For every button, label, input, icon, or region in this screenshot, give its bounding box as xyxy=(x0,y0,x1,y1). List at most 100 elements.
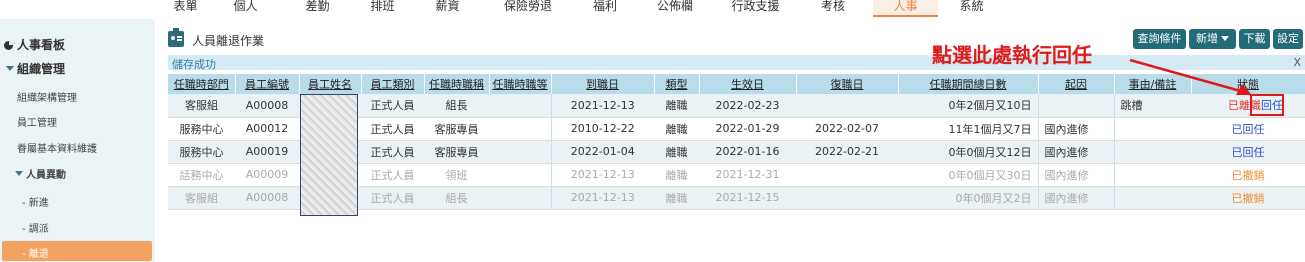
sidebar-item-employees[interactable]: 員工管理 xyxy=(17,114,172,129)
sidebar-item-resignation[interactable]: - 離退 xyxy=(2,241,152,261)
cell-title: 客服專員 xyxy=(424,117,489,141)
sidebar-item-transfer[interactable]: - 調派 xyxy=(22,220,177,235)
download-button[interactable]: 下載 xyxy=(1239,29,1270,49)
nav-personal[interactable]: 個人 xyxy=(223,0,268,17)
cell-id: A00019 xyxy=(235,140,299,164)
cell-effective: 2022-02-23 xyxy=(699,94,796,118)
cell-status: 已離職回任 xyxy=(1191,94,1305,118)
cell-duration: 11年1個月又7日 xyxy=(898,117,1039,141)
sidebar-item-dependents[interactable]: 眷屬基本資料維護 xyxy=(17,140,172,155)
cell-title: 組長 xyxy=(424,94,489,118)
status-badge: 已撤銷 xyxy=(1191,186,1305,210)
dashboard-icon xyxy=(4,41,13,50)
col-header[interactable]: 任職時部門 xyxy=(168,74,236,94)
cell-reason xyxy=(1114,140,1191,164)
sidebar-item-new-hire[interactable]: - 新進 xyxy=(22,194,177,209)
cell-grade xyxy=(489,117,552,141)
cell-effective: 2022-01-16 xyxy=(699,140,796,164)
sidebar-item-resignation-label: - 離退 xyxy=(22,249,49,260)
nav-bulletin[interactable]: 公佈欄 xyxy=(645,0,705,17)
cell-grade xyxy=(489,186,552,210)
nav-admin-support[interactable]: 行政支援 xyxy=(718,0,793,17)
sidebar: 人事看板 組織管理 組織架構管理 員工管理 眷屬基本資料維護 人員異動 - 新進… xyxy=(0,19,155,262)
nav-hr[interactable]: 人事 xyxy=(873,0,938,17)
nav-salary[interactable]: 薪資 xyxy=(425,0,470,17)
add-button[interactable]: 新增 xyxy=(1189,29,1236,49)
cell-start: 2021-12-13 xyxy=(551,163,654,187)
cell-effective: 2021-12-15 xyxy=(699,186,796,210)
cell-id: A00008 xyxy=(235,186,299,210)
cell-duration: 0年2個月又10日 xyxy=(898,94,1039,118)
cell-category: 正式人員 xyxy=(361,140,424,164)
sidebar-subsection-label: 人員異動 xyxy=(26,170,66,181)
nav-welfare[interactable]: 福利 xyxy=(580,0,630,17)
col-header[interactable]: 事由/備註 xyxy=(1114,74,1192,94)
cell-id: A00012 xyxy=(235,117,299,141)
cell-dept: 客服組 xyxy=(168,94,235,118)
col-header[interactable]: 員工類別 xyxy=(361,74,425,94)
cell-title: 組長 xyxy=(424,186,489,210)
cell-grade xyxy=(489,163,552,187)
cell-reason xyxy=(1114,186,1191,210)
cell-type: 離職 xyxy=(654,94,699,118)
status-badge: 已回任 xyxy=(1191,117,1305,141)
cell-cause: 國內進修 xyxy=(1038,140,1115,164)
cell-id: A00008 xyxy=(235,94,299,118)
cell-dept: 服務中心 xyxy=(168,117,235,141)
col-header[interactable]: 復職日 xyxy=(796,74,899,94)
nav-insurance[interactable]: 保險勞退 xyxy=(488,0,568,17)
sidebar-item-org-structure[interactable]: 組織架構管理 xyxy=(17,89,172,104)
cell-reinstate xyxy=(796,163,898,187)
settings-button[interactable]: 設定 xyxy=(1273,29,1303,49)
cell-title: 領班 xyxy=(424,163,489,187)
col-header[interactable]: 員工姓名 xyxy=(299,74,362,94)
cell-dept: 服務中心 xyxy=(168,140,235,164)
sidebar-section-label: 組織管理 xyxy=(17,62,66,76)
sidebar-dashboard[interactable]: 人事看板 xyxy=(4,36,159,53)
col-header[interactable]: 員工編號 xyxy=(235,74,300,94)
cell-cause: 國內進修 xyxy=(1038,186,1115,210)
status-badge: 已撤銷 xyxy=(1191,163,1305,187)
col-header[interactable]: 生效日 xyxy=(699,74,797,94)
nav-forms[interactable]: 表單 xyxy=(163,0,208,17)
cell-type: 離職 xyxy=(654,140,699,164)
cell-category: 正式人員 xyxy=(361,117,424,141)
close-icon[interactable]: X xyxy=(1293,56,1301,69)
status-bar: 儲存成功 X xyxy=(168,55,1305,71)
col-header[interactable]: 類型 xyxy=(654,74,700,94)
nav-attendance[interactable]: 差勤 xyxy=(295,0,340,17)
query-button[interactable]: 查詢條件 xyxy=(1133,29,1186,49)
nav-system[interactable]: 系統 xyxy=(944,0,999,17)
status-message: 儲存成功 xyxy=(172,58,216,71)
cell-reinstate xyxy=(796,94,898,118)
cell-reinstate: 2022-02-07 xyxy=(796,117,898,141)
cell-duration: 0年0個月又2日 xyxy=(898,186,1039,210)
nav-review[interactable]: 考核 xyxy=(808,0,858,17)
top-nav: 表單 個人 差勤 排班 薪資 保險勞退 福利 公佈欄 行政支援 考核 人事 系統 xyxy=(0,0,1305,19)
redacted-names xyxy=(300,94,358,216)
cell-reason xyxy=(1114,163,1191,187)
table-header: 任職時部門 員工編號 員工姓名 員工類別 任職時職稱 任職時職等 到職日 類型 … xyxy=(168,74,1305,94)
col-header[interactable]: 起因 xyxy=(1038,74,1115,94)
cell-cause: 國內進修 xyxy=(1038,163,1115,187)
chevron-down-icon xyxy=(6,66,14,71)
cell-category: 正式人員 xyxy=(361,163,424,187)
cell-reinstate: 2022-02-21 xyxy=(796,140,898,164)
nav-shifts[interactable]: 排班 xyxy=(360,0,405,17)
cell-grade xyxy=(489,140,552,164)
cell-title: 客服專員 xyxy=(424,140,489,164)
col-header[interactable]: 到職日 xyxy=(551,74,655,94)
cell-dept: 話務中心 xyxy=(168,163,235,187)
col-header[interactable]: 狀態 xyxy=(1191,74,1305,94)
sidebar-section-org[interactable]: 組織管理 xyxy=(6,60,161,77)
annotation-highlight xyxy=(1250,94,1284,116)
id-card-icon xyxy=(168,28,184,47)
sidebar-subsection-changes[interactable]: 人員異動 xyxy=(15,166,170,181)
col-header[interactable]: 任職期間總日數 xyxy=(898,74,1039,94)
cell-grade xyxy=(489,94,552,118)
cell-id: A00009 xyxy=(235,163,299,187)
cell-category: 正式人員 xyxy=(361,94,424,118)
col-header[interactable]: 任職時職稱 xyxy=(424,74,490,94)
col-header[interactable]: 任職時職等 xyxy=(489,74,552,94)
page-title: 人員離退作業 xyxy=(192,34,265,48)
